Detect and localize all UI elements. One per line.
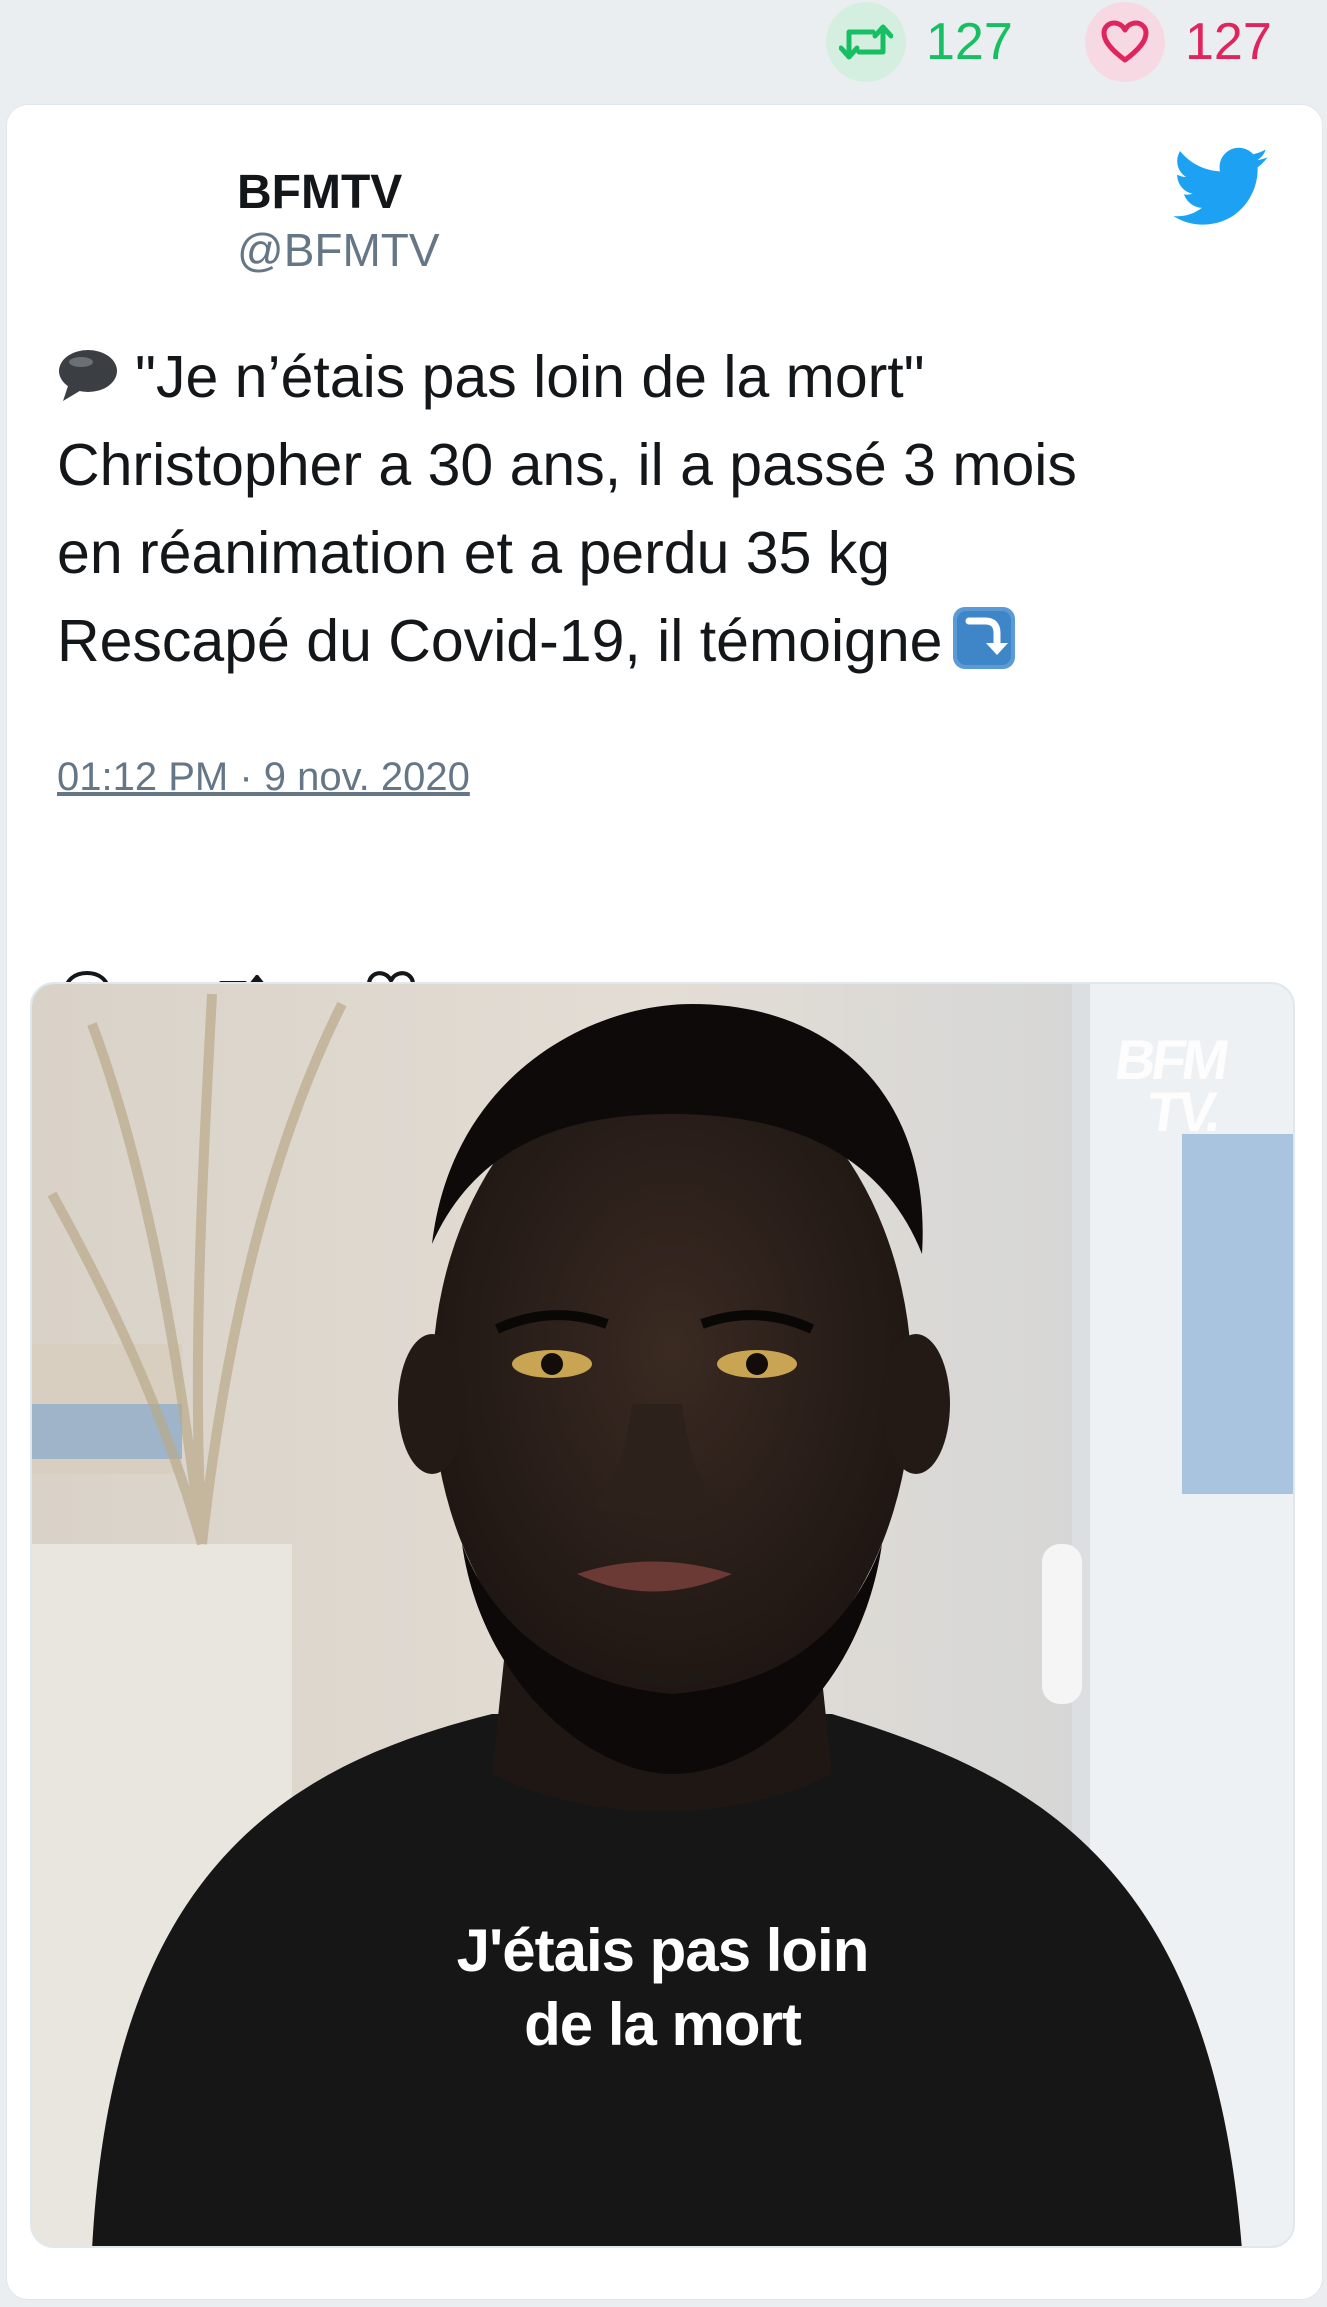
tweet-timestamp[interactable]: 01:12 PM · 9 nov. 2020 bbox=[57, 755, 470, 800]
tweet-media-video[interactable]: BFM TV. J'étais pas loin de la mort bbox=[30, 982, 1295, 2248]
caption-line-2: de la mort bbox=[524, 1991, 802, 2058]
author-name[interactable]: BFMTV bbox=[237, 165, 440, 221]
tweet-text-line-4-content: Rescapé du Covid-19, il témoigne bbox=[57, 608, 943, 674]
arrow-down-right-icon bbox=[951, 605, 1017, 671]
like-count: 127 bbox=[1185, 13, 1272, 71]
heart-icon bbox=[1085, 2, 1165, 82]
tweet-quote: "Je n’étais pas loin de la mort" bbox=[135, 344, 925, 410]
tweet-text: "Je n’étais pas loin de la mort" Christo… bbox=[57, 333, 1277, 685]
tweet-text-line-1: "Je n’étais pas loin de la mort" bbox=[57, 333, 1277, 421]
watermark-line-1: BFM bbox=[1111, 1028, 1230, 1091]
retweet-count-stat[interactable]: 127 bbox=[826, 0, 1013, 84]
tweet-text-line-3: en réanimation et a perdu 35 kg bbox=[57, 520, 891, 586]
tweet-stats-bar: 127 127 bbox=[0, 0, 1327, 100]
author-block[interactable]: BFMTV @BFMTV bbox=[237, 165, 440, 279]
video-caption: J'étais pas loin de la mort bbox=[32, 1914, 1293, 2062]
bfmtv-watermark: BFM TV. bbox=[1104, 1028, 1230, 1143]
caption-line-1: J'étais pas loin bbox=[456, 1917, 870, 1984]
retweet-count: 127 bbox=[926, 13, 1013, 71]
twitter-bird-icon[interactable] bbox=[1173, 147, 1270, 231]
like-count-stat[interactable]: 127 bbox=[1085, 0, 1272, 84]
speech-balloon-icon bbox=[57, 339, 119, 401]
tweet-text-line-4: Rescapé du Covid-19, il témoigne bbox=[57, 597, 1277, 685]
retweet-icon bbox=[826, 2, 906, 82]
tweet-text-line-2: Christopher a 30 ans, il a passé 3 mois bbox=[57, 432, 1077, 498]
author-handle[interactable]: @BFMTV bbox=[237, 221, 440, 279]
watermark-line-2: TV. bbox=[1143, 1080, 1222, 1143]
